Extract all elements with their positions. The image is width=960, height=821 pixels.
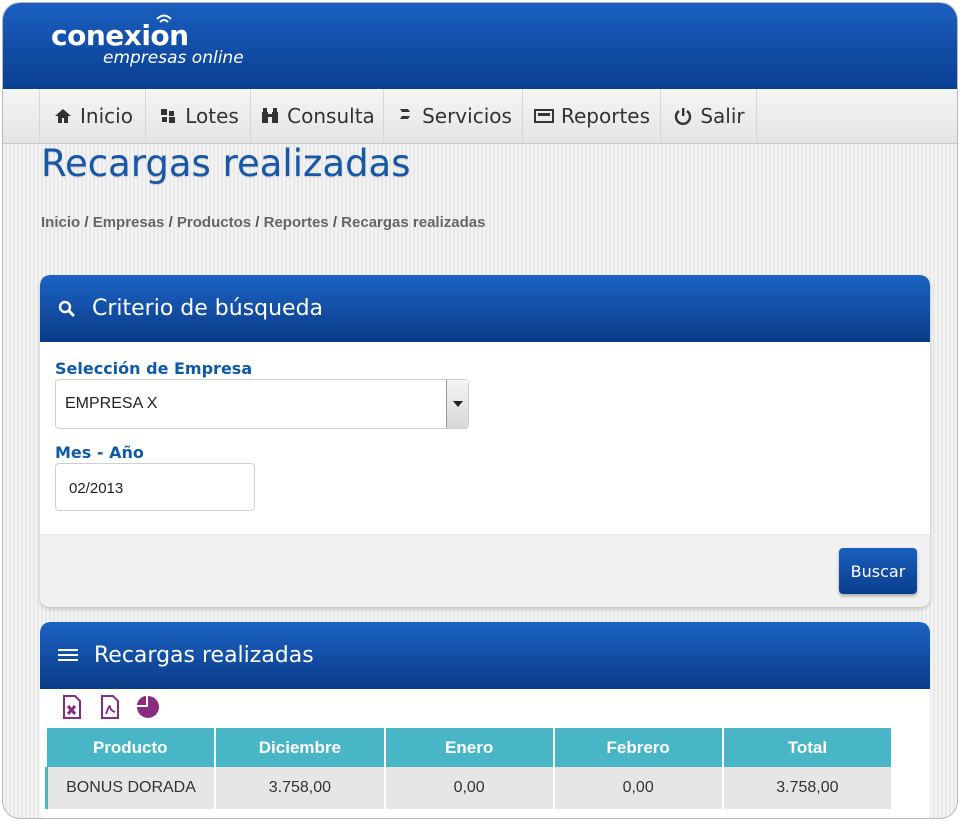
nav-item-reportes[interactable]: Reportes — [522, 89, 661, 143]
nav-item-lotes[interactable]: Lotes — [145, 89, 251, 143]
home-icon — [52, 105, 74, 127]
main-nav: Inicio Lotes Consulta Servicios Reportes — [3, 89, 957, 144]
nav-label: Inicio — [80, 104, 133, 128]
company-select-value: EMPRESA X — [65, 395, 158, 412]
column-header[interactable]: Febrero — [553, 728, 724, 767]
date-label: Mes - Año — [55, 443, 144, 462]
power-icon — [672, 105, 694, 127]
nav-item-inicio[interactable]: Inicio — [39, 89, 146, 143]
table-row: BONUS DORADA 3.758,00 0,00 0,00 3.758,00 — [45, 767, 894, 809]
column-header[interactable]: Total — [722, 728, 894, 767]
company-label: Selección de Empresa — [55, 359, 253, 378]
nav-item-servicios[interactable]: Servicios — [383, 89, 523, 143]
breadcrumb: Inicio / Empresas / Productos / Reportes… — [41, 214, 486, 231]
breadcrumb-item-current: Recargas realizadas — [341, 214, 486, 231]
services-icon — [394, 105, 416, 127]
search-panel-header: Criterio de búsqueda — [40, 275, 930, 342]
breadcrumb-item[interactable]: Inicio — [41, 214, 80, 231]
table-cell: 0,00 — [384, 767, 555, 809]
nav-item-consulta[interactable]: Consulta — [250, 89, 384, 143]
pie-chart-icon[interactable] — [136, 694, 160, 720]
nav-label: Consulta — [287, 104, 375, 128]
page-title: Recargas realizadas — [41, 142, 411, 185]
excel-icon[interactable] — [60, 694, 84, 720]
pdf-icon[interactable] — [98, 694, 122, 720]
search-button[interactable]: Buscar — [839, 548, 917, 594]
results-table: Producto Diciembre Enero Febrero Total B… — [45, 728, 894, 809]
results-panel: Recargas realizadas Producto Diciembre E… — [40, 622, 930, 818]
chevron-down-icon[interactable] — [446, 380, 468, 428]
column-header[interactable]: Enero — [384, 728, 555, 767]
header: conexion empresas online — [3, 3, 957, 89]
nav-item-salir[interactable]: Salir — [660, 89, 757, 143]
breadcrumb-item[interactable]: Productos — [177, 214, 251, 231]
column-header[interactable]: Diciembre — [215, 728, 386, 767]
table-cell: 0,00 — [553, 767, 724, 809]
search-panel-title: Criterio de búsqueda — [92, 296, 324, 321]
wifi-icon — [156, 14, 172, 23]
results-panel-header: Recargas realizadas — [40, 622, 930, 689]
lotes-icon — [157, 105, 179, 127]
breadcrumb-item[interactable]: Reportes — [264, 214, 329, 231]
nav-label: Salir — [700, 104, 745, 128]
results-panel-title: Recargas realizadas — [94, 643, 314, 668]
breadcrumb-item[interactable]: Empresas — [93, 214, 165, 231]
nav-label: Reportes — [560, 104, 651, 128]
binoculars-icon — [259, 105, 281, 127]
app-frame: conexion empresas online Inicio Lotes Co… — [2, 2, 958, 819]
reports-icon — [533, 105, 555, 127]
month-year-input[interactable]: 02/2013 — [55, 463, 255, 511]
search-icon — [58, 300, 76, 318]
table-header-row: Producto Diciembre Enero Febrero Total — [46, 728, 894, 767]
nav-label: Servicios — [422, 104, 512, 128]
table-cell: 3.758,00 — [215, 767, 386, 809]
logo-tagline: empresas online — [103, 48, 244, 68]
company-select[interactable]: EMPRESA X — [55, 379, 469, 429]
table-cell: BONUS DORADA — [45, 767, 217, 809]
table-cell: 3.758,00 — [722, 767, 894, 809]
export-tools — [60, 694, 160, 720]
list-icon — [58, 648, 78, 664]
search-panel: Criterio de búsqueda Selección de Empres… — [40, 275, 930, 607]
nav-label: Lotes — [185, 104, 239, 128]
column-header[interactable]: Producto — [46, 728, 217, 767]
search-panel-footer: Buscar — [40, 534, 930, 607]
